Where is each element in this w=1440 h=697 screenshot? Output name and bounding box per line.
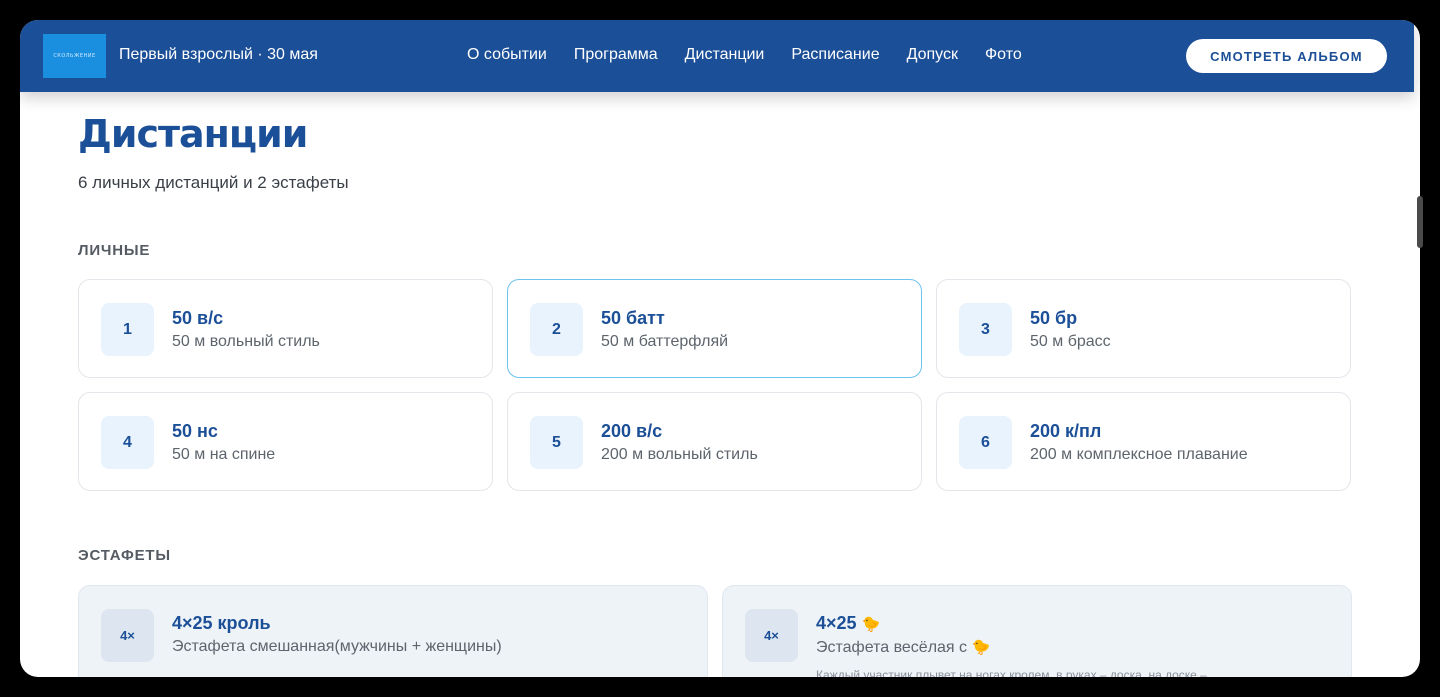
relay-card[interactable]: 4× 4×25 кроль Эстафета смешанная(мужчины… — [78, 585, 708, 677]
section-heading-relays: ЭСТАФЕТЫ — [78, 547, 171, 564]
distance-card[interactable]: 3 50 бр 50 м брасс — [936, 279, 1351, 378]
nav-about[interactable]: О событии — [467, 46, 547, 64]
section-heading-personal: ЛИЧНЫЕ — [78, 242, 151, 259]
distance-desc: 50 м баттерфляй — [601, 333, 729, 350]
relay-name: 4×25 🐤 — [816, 613, 880, 634]
nav-distances[interactable]: Дистанции — [685, 46, 765, 64]
distance-name: 200 к/пл — [1030, 421, 1102, 441]
distance-desc: 200 м вольный стиль — [601, 446, 758, 463]
distance-card-active[interactable]: 2 50 батт 50 м баттерфляй — [507, 279, 922, 378]
nav-photo[interactable]: Фото — [985, 46, 1022, 64]
relay-note: Каждый участник плывет на ногах кролем, … — [816, 668, 1207, 677]
logo-text: СКОЛЬЖЕНИЕ — [53, 53, 96, 59]
relay-desc-text: Эстафета весёлая с — [816, 639, 968, 656]
distance-desc: 50 м вольный стиль — [172, 333, 320, 350]
top-header: СКОЛЬЖЕНИЕ Первый взрослый · 30 мая О со… — [20, 20, 1414, 92]
nav-admission[interactable]: Допуск — [907, 46, 958, 64]
distance-card[interactable]: 4 50 нс 50 м на спине — [78, 392, 493, 491]
chick-icon: 🐤 — [971, 638, 991, 656]
scrollbar-thumb[interactable] — [1417, 196, 1423, 248]
distance-name: 50 нс — [172, 421, 218, 441]
relay-name: 4×25 кроль — [172, 613, 271, 633]
relay-card[interactable]: 4× 4×25 🐤 Эстафета весёлая с 🐤 Каждый уч… — [722, 585, 1352, 677]
distance-name: 50 в/с — [172, 308, 224, 328]
distance-number: 2 — [530, 303, 583, 356]
view-album-button[interactable]: СМОТРЕТЬ АЛЬБОМ — [1186, 39, 1387, 73]
distance-card[interactable]: 5 200 в/с 200 м вольный стиль — [507, 392, 922, 491]
page-subtitle: 6 личных дистанций и 2 эстафеты — [78, 173, 349, 192]
distance-desc: 50 м брасс — [1030, 333, 1111, 350]
nav-schedule[interactable]: Расписание — [791, 46, 879, 64]
relay-badge: 4× — [745, 609, 798, 662]
distance-number: 1 — [101, 303, 154, 356]
distance-number: 5 — [530, 416, 583, 469]
site-logo[interactable]: СКОЛЬЖЕНИЕ — [43, 34, 106, 78]
distance-number: 6 — [959, 416, 1012, 469]
browser-window: СКОЛЬЖЕНИЕ Первый взрослый · 30 мая О со… — [20, 20, 1420, 677]
distance-number: 4 — [101, 416, 154, 469]
distance-name: 50 бр — [1030, 308, 1078, 328]
distance-card[interactable]: 6 200 к/пл 200 м комплексное плавание — [936, 392, 1351, 491]
page-title: Дистанции — [78, 112, 308, 156]
relay-desc: Эстафета смешанная(мужчины + женщины) — [172, 638, 502, 655]
main-nav: О событии Программа Дистанции Расписание… — [467, 46, 1049, 64]
relay-badge: 4× — [101, 609, 154, 662]
distance-name: 50 батт — [601, 308, 665, 328]
chick-icon: 🐤 — [861, 615, 881, 633]
distance-name: 200 в/с — [601, 421, 663, 441]
event-title: Первый взрослый · 30 мая — [119, 46, 318, 63]
distance-number: 3 — [959, 303, 1012, 356]
relay-name-text: 4×25 — [816, 613, 857, 633]
relay-desc: Эстафета весёлая с 🐤 — [816, 638, 990, 657]
distance-desc: 200 м комплексное плавание — [1030, 446, 1248, 463]
nav-program[interactable]: Программа — [574, 46, 658, 64]
distance-desc: 50 м на спине — [172, 446, 276, 463]
distance-card[interactable]: 1 50 в/с 50 м вольный стиль — [78, 279, 493, 378]
